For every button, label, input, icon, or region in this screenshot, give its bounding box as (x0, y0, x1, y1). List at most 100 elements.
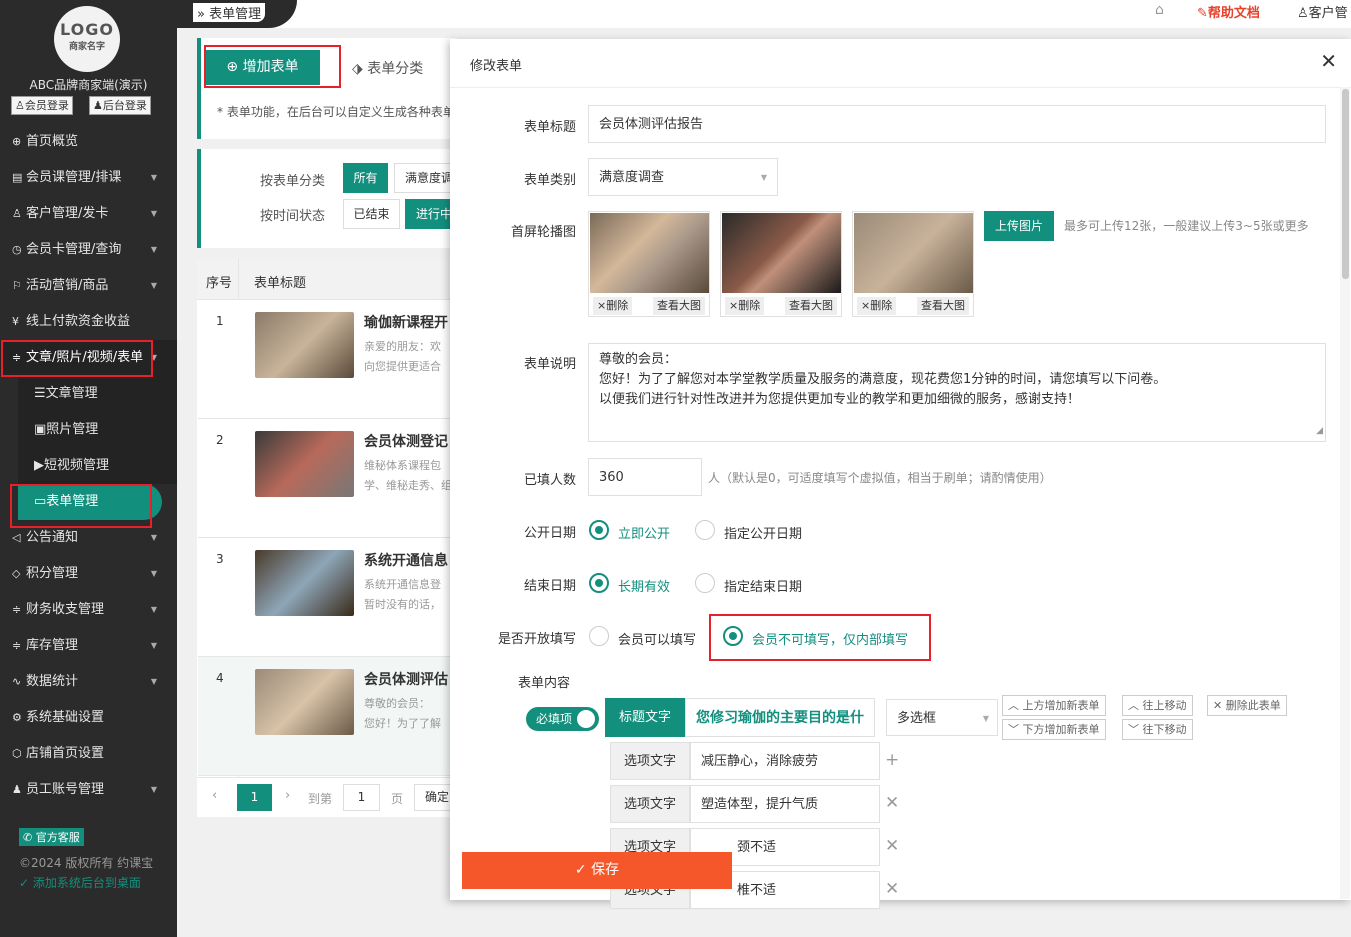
subnav-icon: ▭ (34, 494, 47, 509)
member-login-button[interactable]: ♙会员登录 (11, 96, 73, 115)
service-icon: ✆ (23, 831, 33, 844)
page-current[interactable]: 1 (237, 784, 272, 811)
add-desktop-link[interactable]: ✓ 添加系统后台到桌面 (19, 874, 141, 891)
row-title[interactable]: 会员体测评估 (364, 669, 456, 689)
subnav-item-2[interactable]: ▶短视频管理 (18, 448, 177, 484)
add-below-button[interactable]: ﹀ 下方增加新表单 (1002, 719, 1106, 740)
nav-item-1[interactable]: ▤ 会员课管理/排课 ▼ (0, 160, 177, 196)
filled-count-input[interactable]: 360 (588, 458, 702, 496)
nav-item-after-1[interactable]: ◇ 积分管理 ▼ (0, 556, 177, 592)
carousel-image[interactable] (590, 213, 709, 293)
end-date-radio[interactable] (695, 573, 715, 593)
nav-item-after-4[interactable]: ∿ 数据统计 ▼ (0, 664, 177, 700)
nav-item-after-7[interactable]: ♟ 员工账号管理 ▼ (0, 772, 177, 808)
nav-item-3[interactable]: ◷ 会员卡管理/查询 ▼ (0, 232, 177, 268)
official-service-badge[interactable]: ✆ 官方客服 (19, 828, 84, 846)
delete-image-button[interactable]: ×删除 (593, 297, 633, 315)
delete-image-button[interactable]: ×删除 (857, 297, 897, 315)
page-confirm-button[interactable]: 确定 (414, 784, 454, 811)
tag-icon: ⬗ (352, 61, 363, 77)
globe-icon: ⊕ (12, 135, 22, 148)
nav-item-after-0[interactable]: ◁ 公告通知 ▼ (0, 520, 177, 556)
form-category-tab[interactable]: ⬗ 表单分类 (352, 58, 423, 78)
chevron-down-icon: ﹀ (1008, 723, 1019, 736)
modal-scroll-thumb[interactable] (1342, 89, 1349, 279)
row-thumbnail[interactable] (255, 431, 354, 497)
add-above-button[interactable]: ︿ 上方增加新表单 (1002, 695, 1106, 716)
open-member-radio[interactable] (589, 626, 609, 646)
row-desc-1: 尊敬的会员： (364, 697, 430, 710)
filter-satisfaction-button[interactable]: 满意度调 (394, 163, 456, 193)
row-thumbnail[interactable] (255, 550, 354, 616)
remove-option-icon[interactable]: ✕ (885, 793, 899, 813)
nav-item-5[interactable]: ¥ 线上付款资金收益 (0, 304, 177, 340)
nav-item-after-5[interactable]: ⚙ 系统基础设置 (0, 700, 177, 736)
plus-circle-icon: ⊕ (226, 59, 239, 75)
question-type-select[interactable]: 多选框 ▼ (886, 699, 998, 736)
end-forever-radio[interactable] (589, 573, 609, 593)
filter-all-button[interactable]: 所有 (343, 163, 388, 193)
add-form-button[interactable]: ⊕ 增加表单 (205, 50, 320, 85)
option-label: 选项文字 (610, 785, 690, 823)
remove-option-icon[interactable]: ✕ (885, 836, 899, 856)
toolbar-notice: * 表单功能，在后台可以自定义生成各种表单 (217, 105, 455, 119)
move-up-button[interactable]: ︿ 往上移动 (1122, 695, 1193, 716)
subnav-item-1[interactable]: ▣照片管理 (18, 412, 177, 448)
upload-image-button[interactable]: 上传图片 (984, 211, 1054, 241)
option-label: 选项文字 (610, 742, 690, 780)
page-input[interactable]: 1 (343, 784, 380, 811)
nav-item-after-6[interactable]: ⬡ 店铺首页设置 (0, 736, 177, 772)
desc-textarea[interactable]: 尊敬的会员： 您好！为了了解您对本学堂教学质量及服务的满意度，现花费您1分钟的时… (588, 343, 1326, 442)
form-title-input[interactable]: 会员体测评估报告 (588, 105, 1326, 143)
view-image-button[interactable]: 查看大图 (917, 297, 969, 315)
table-row[interactable]: 3 系统开通信息 系统开通信息登 暂时没有的话， (198, 538, 458, 657)
subnav-item-3[interactable]: ▭表单管理 (18, 484, 162, 520)
home-icon[interactable]: ⌂ (1155, 2, 1164, 18)
nav-item-6[interactable]: ≑ 文章/照片/视频/表单 ▼ (0, 340, 177, 376)
row-thumbnail[interactable] (255, 312, 354, 378)
publish-date-radio[interactable] (695, 520, 715, 540)
table-row[interactable]: 2 会员体测登记 维秘体系课程包 学、维秘走秀、组 (198, 419, 458, 538)
option-input[interactable]: 塑造体型，提升气质 (690, 785, 880, 823)
nav-item-4[interactable]: ⚐ 活动营销/商品 ▼ (0, 268, 177, 304)
option-input[interactable]: 减压静心，消除疲劳 (690, 742, 880, 780)
subnav-item-0[interactable]: ☰文章管理 (18, 376, 177, 412)
help-docs-link[interactable]: ✎帮助文档 (1197, 2, 1260, 21)
required-toggle[interactable]: 必填项 (526, 707, 599, 731)
modal-divider (450, 87, 1351, 88)
delete-question-button[interactable]: ✕ 删除此表单 (1207, 695, 1287, 716)
filter-ended-button[interactable]: 已结束 (343, 199, 400, 229)
close-icon[interactable]: ✕ (1320, 49, 1337, 73)
view-image-button[interactable]: 查看大图 (785, 297, 837, 315)
open-internal-radio[interactable] (723, 626, 743, 646)
nav-item-0[interactable]: ⊕ 首页概览 (0, 124, 177, 160)
publish-now-radio[interactable] (589, 520, 609, 540)
nav-item-after-2[interactable]: ≑ 财务收支管理 ▼ (0, 592, 177, 628)
subnav-icon: ▶ (34, 458, 44, 473)
view-image-button[interactable]: 查看大图 (653, 297, 705, 315)
filter-ongoing-button[interactable]: 进行中 (405, 199, 456, 229)
save-button[interactable]: ✓ 保存 (462, 852, 732, 889)
carousel-image[interactable] (854, 213, 973, 293)
move-down-button[interactable]: ﹀ 往下移动 (1122, 719, 1193, 740)
next-page-icon[interactable]: › (285, 788, 290, 803)
carousel-image[interactable] (722, 213, 841, 293)
question-title-input[interactable]: 您修习瑜伽的主要目的是什 (685, 698, 875, 737)
row-title[interactable]: 瑜伽新课程开 (364, 312, 456, 332)
row-thumbnail[interactable] (255, 669, 354, 735)
title-tag: 标题文字 (605, 698, 685, 737)
nav-item-after-3[interactable]: ≑ 库存管理 ▼ (0, 628, 177, 664)
nav-item-2[interactable]: ♙ 客户管理/发卡 ▼ (0, 196, 177, 232)
row-title[interactable]: 系统开通信息 (364, 550, 456, 570)
add-option-icon[interactable]: + (885, 750, 899, 770)
admin-login-button[interactable]: ♟后台登录 (89, 96, 151, 115)
table-row[interactable]: 1 瑜伽新课程开 亲爱的朋友：欢 向您提供更适合 (198, 300, 458, 419)
row-title[interactable]: 会员体测登记 (364, 431, 456, 451)
customer-menu[interactable]: ♙客户管 (1297, 2, 1348, 21)
prev-page-icon[interactable]: ‹ (212, 788, 217, 803)
form-type-select[interactable]: 满意度调查 ▼ (588, 158, 778, 196)
remove-option-icon[interactable]: ✕ (885, 879, 899, 899)
resize-handle-icon[interactable]: ◢ (1316, 421, 1323, 441)
delete-image-button[interactable]: ×删除 (725, 297, 765, 315)
table-row[interactable]: 4 会员体测评估 尊敬的会员： 您好！为了了解 (198, 657, 458, 776)
